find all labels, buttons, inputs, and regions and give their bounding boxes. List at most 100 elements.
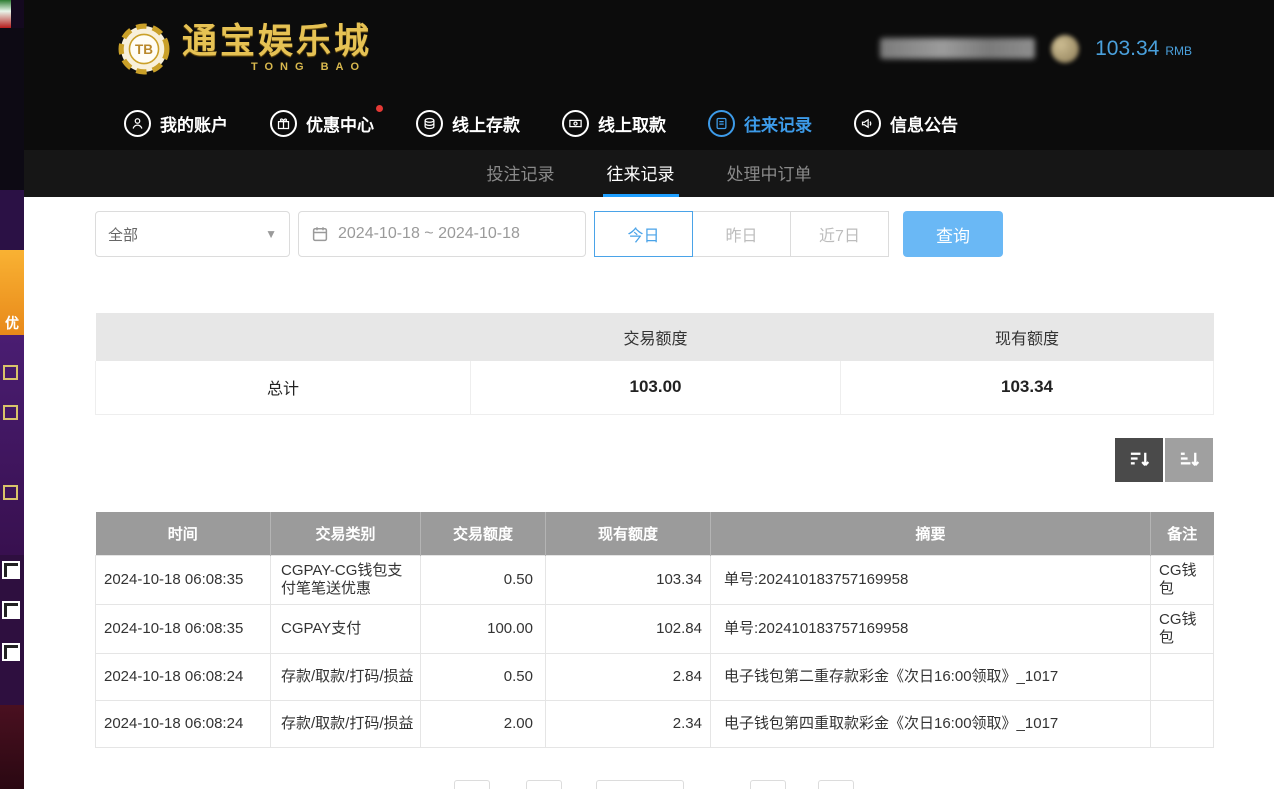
records-table: 时间 交易类别 交易额度 现有额度 摘要 备注 2024-10-18 06:08…	[95, 512, 1214, 749]
balance-currency: RMB	[1165, 44, 1192, 58]
quick-range-group: 今日 昨日 近7日	[594, 211, 889, 257]
quick-button-today[interactable]: 今日	[594, 211, 693, 257]
cell-note	[1151, 701, 1214, 748]
deposit-icon	[416, 110, 443, 137]
pagination-next-button[interactable]	[750, 780, 786, 789]
calendar-icon	[311, 225, 329, 243]
records-header-row: 时间 交易类别 交易额度 现有额度 摘要 备注	[96, 512, 1214, 556]
chevron-down-icon: ▼	[265, 227, 277, 241]
main-nav: 我的账户 优惠中心 线上存款	[24, 97, 1274, 150]
strip-glyph	[3, 405, 18, 420]
cell-amount: 100.00	[421, 605, 546, 654]
nav-item-withdraw[interactable]: 线上取款	[562, 110, 666, 137]
sort-descending-button[interactable]	[1115, 438, 1163, 482]
summary-total-label: 总计	[96, 361, 471, 414]
nav-label: 我的账户	[160, 111, 228, 136]
top-bar: TB 通宝娱乐城 TONG BAO 103.34 RMB	[24, 0, 1274, 97]
quick-button-last7days[interactable]: 近7日	[790, 211, 889, 257]
strip-purple-block	[0, 190, 24, 250]
nav-label: 往来记录	[744, 111, 812, 136]
nav-item-deposit[interactable]: 线上存款	[416, 110, 520, 137]
tab-transaction-records[interactable]: 往来记录	[603, 150, 679, 197]
qr-square	[2, 643, 20, 661]
cell-balance: 103.34	[546, 556, 711, 605]
cell-balance: 2.34	[546, 701, 711, 748]
site-logo[interactable]: TB 通宝娱乐城 TONG BAO	[118, 23, 372, 75]
pagination-page-select[interactable]	[596, 780, 684, 789]
sub-nav: 投注记录 往来记录 处理中订单	[24, 150, 1274, 197]
records-icon	[708, 110, 735, 137]
logo-title: 通宝娱乐城	[182, 24, 372, 61]
summary-header-row: 交易额度 现有额度	[96, 313, 1214, 361]
cell-time: 2024-10-18 06:08:35	[96, 556, 271, 605]
balance-display: 103.34 RMB	[1095, 37, 1192, 61]
sort-controls	[95, 438, 1213, 482]
summary-total-row: 总计 103.00 103.34	[96, 361, 1214, 414]
cell-note: CG钱包	[1151, 605, 1214, 654]
cell-balance: 2.84	[546, 654, 711, 701]
type-select-value: 全部	[108, 224, 138, 245]
cell-amount: 0.50	[421, 654, 546, 701]
strip-maroon-block	[0, 705, 24, 789]
cell-amount: 0.50	[421, 556, 546, 605]
tab-betting-records[interactable]: 投注记录	[483, 150, 559, 197]
content-area: 全部 ▼ 2024-10-18 ~ 2024-10-18 今日 昨日 近7日 查…	[24, 211, 1274, 789]
quick-button-yesterday[interactable]: 昨日	[692, 211, 791, 257]
withdraw-icon	[562, 110, 589, 137]
tab-processing-orders[interactable]: 处理中订单	[723, 150, 816, 197]
strip-dark-block	[0, 28, 24, 190]
account-icon	[124, 110, 151, 137]
col-header-summary: 摘要	[711, 512, 1151, 556]
cell-summary: 电子钱包第二重存款彩金《次日16:00领取》_1017	[711, 654, 1151, 701]
qr-square	[2, 601, 20, 619]
pagination-prev-button[interactable]	[526, 780, 562, 789]
nav-label: 信息公告	[890, 111, 958, 136]
nav-item-promotions[interactable]: 优惠中心	[270, 110, 374, 137]
strip-promo-char: 优	[5, 313, 19, 333]
col-header-amount: 交易额度	[421, 512, 546, 556]
logo-text: 通宝娱乐城 TONG BAO	[182, 24, 372, 73]
nav-label: 线上取款	[598, 111, 666, 136]
cell-time: 2024-10-18 06:08:35	[96, 605, 271, 654]
qr-square	[2, 561, 20, 579]
strip-qr-block	[0, 555, 24, 705]
nav-item-announcements[interactable]: 信息公告	[854, 110, 958, 137]
col-header-type: 交易类别	[271, 512, 421, 556]
sort-ascending-button[interactable]	[1165, 438, 1213, 482]
background-window-strip: 优	[0, 0, 24, 789]
announcement-icon	[854, 110, 881, 137]
sort-descending-icon	[1128, 448, 1151, 471]
table-row: 2024-10-18 06:08:24 存款/取款/打码/损益 2.00 2.3…	[96, 701, 1214, 748]
table-row: 2024-10-18 06:08:35 CGPAY-CG钱包支付笔笔送优惠 0.…	[96, 556, 1214, 605]
cell-summary: 电子钱包第四重取款彩金《次日16:00领取》_1017	[711, 701, 1151, 748]
censored-username	[880, 38, 1035, 59]
type-select[interactable]: 全部 ▼	[95, 211, 290, 257]
search-button[interactable]: 查询	[903, 211, 1003, 257]
strip-glyph	[3, 485, 18, 500]
censored-coin-icon	[1051, 35, 1079, 63]
filter-row: 全部 ▼ 2024-10-18 ~ 2024-10-18 今日 昨日 近7日 查…	[95, 211, 1213, 257]
summary-header-empty	[96, 313, 471, 361]
cell-time: 2024-10-18 06:08:24	[96, 654, 271, 701]
pagination-first-button[interactable]	[454, 780, 490, 789]
summary-transaction-total: 103.00	[471, 361, 841, 414]
nav-item-my-account[interactable]: 我的账户	[124, 110, 228, 137]
strip-glyph	[3, 365, 18, 380]
gift-icon	[270, 110, 297, 137]
cell-balance: 102.84	[546, 605, 711, 654]
sort-ascending-icon	[1178, 448, 1201, 471]
cell-summary: 单号:202410183757169958	[711, 605, 1151, 654]
nav-item-transaction-records[interactable]: 往来记录	[708, 110, 812, 137]
col-header-note: 备注	[1151, 512, 1214, 556]
strip-banner-block: 优	[0, 250, 24, 335]
pagination	[95, 780, 1213, 789]
logo-chip-icon: TB	[118, 23, 170, 75]
notification-dot	[376, 105, 383, 112]
pagination-last-button[interactable]	[818, 780, 854, 789]
desktop-fragment	[0, 0, 11, 28]
date-range-input[interactable]: 2024-10-18 ~ 2024-10-18	[298, 211, 586, 257]
cell-type: 存款/取款/打码/损益	[271, 654, 421, 701]
logo-subtitle: TONG BAO	[182, 61, 372, 73]
summary-header-transaction: 交易额度	[471, 313, 841, 361]
cell-time: 2024-10-18 06:08:24	[96, 701, 271, 748]
